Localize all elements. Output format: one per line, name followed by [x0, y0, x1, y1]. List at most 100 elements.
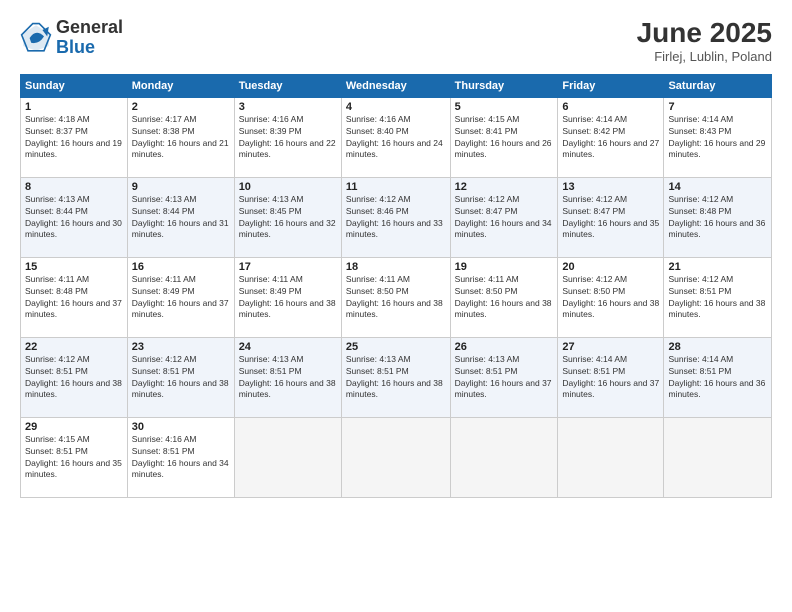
calendar-cell — [558, 417, 664, 497]
day-info: Sunrise: 4:15 AMSunset: 8:41 PMDaylight:… — [455, 114, 554, 162]
day-number: 27 — [562, 341, 659, 353]
day-number: 18 — [346, 261, 446, 273]
calendar-cell: 2Sunrise: 4:17 AMSunset: 8:38 PMDaylight… — [127, 97, 234, 177]
header: General Blue June 2025 Firlej, Lublin, P… — [20, 18, 772, 64]
col-friday: Friday — [558, 74, 664, 97]
day-number: 30 — [132, 421, 230, 433]
day-info: Sunrise: 4:11 AMSunset: 8:50 PMDaylight:… — [346, 274, 446, 322]
calendar-cell: 24Sunrise: 4:13 AMSunset: 8:51 PMDayligh… — [234, 337, 341, 417]
calendar-week-row: 8Sunrise: 4:13 AMSunset: 8:44 PMDaylight… — [21, 177, 772, 257]
day-info: Sunrise: 4:14 AMSunset: 8:51 PMDaylight:… — [668, 354, 767, 402]
logo-text: General Blue — [56, 18, 123, 58]
day-info: Sunrise: 4:12 AMSunset: 8:51 PMDaylight:… — [132, 354, 230, 402]
col-tuesday: Tuesday — [234, 74, 341, 97]
day-number: 28 — [668, 341, 767, 353]
calendar-week-row: 1Sunrise: 4:18 AMSunset: 8:37 PMDaylight… — [21, 97, 772, 177]
calendar-body: 1Sunrise: 4:18 AMSunset: 8:37 PMDaylight… — [21, 97, 772, 497]
calendar-cell: 27Sunrise: 4:14 AMSunset: 8:51 PMDayligh… — [558, 337, 664, 417]
day-number: 12 — [455, 181, 554, 193]
calendar-week-row: 15Sunrise: 4:11 AMSunset: 8:48 PMDayligh… — [21, 257, 772, 337]
calendar-cell: 30Sunrise: 4:16 AMSunset: 8:51 PMDayligh… — [127, 417, 234, 497]
day-info: Sunrise: 4:12 AMSunset: 8:50 PMDaylight:… — [562, 274, 659, 322]
calendar-cell: 22Sunrise: 4:12 AMSunset: 8:51 PMDayligh… — [21, 337, 128, 417]
day-info: Sunrise: 4:13 AMSunset: 8:51 PMDaylight:… — [346, 354, 446, 402]
day-info: Sunrise: 4:12 AMSunset: 8:51 PMDaylight:… — [25, 354, 123, 402]
col-thursday: Thursday — [450, 74, 558, 97]
day-info: Sunrise: 4:13 AMSunset: 8:44 PMDaylight:… — [25, 194, 123, 242]
day-number: 17 — [239, 261, 337, 273]
day-info: Sunrise: 4:11 AMSunset: 8:48 PMDaylight:… — [25, 274, 123, 322]
calendar-cell: 3Sunrise: 4:16 AMSunset: 8:39 PMDaylight… — [234, 97, 341, 177]
calendar-cell: 17Sunrise: 4:11 AMSunset: 8:49 PMDayligh… — [234, 257, 341, 337]
calendar-cell: 20Sunrise: 4:12 AMSunset: 8:50 PMDayligh… — [558, 257, 664, 337]
col-sunday: Sunday — [21, 74, 128, 97]
day-number: 29 — [25, 421, 123, 433]
calendar-cell: 1Sunrise: 4:18 AMSunset: 8:37 PMDaylight… — [21, 97, 128, 177]
calendar-cell: 18Sunrise: 4:11 AMSunset: 8:50 PMDayligh… — [341, 257, 450, 337]
day-number: 20 — [562, 261, 659, 273]
calendar-cell — [450, 417, 558, 497]
day-number: 14 — [668, 181, 767, 193]
calendar-cell: 15Sunrise: 4:11 AMSunset: 8:48 PMDayligh… — [21, 257, 128, 337]
title-block: June 2025 Firlej, Lublin, Poland — [637, 18, 772, 64]
calendar-cell: 29Sunrise: 4:15 AMSunset: 8:51 PMDayligh… — [21, 417, 128, 497]
day-number: 7 — [668, 101, 767, 113]
calendar-cell: 11Sunrise: 4:12 AMSunset: 8:46 PMDayligh… — [341, 177, 450, 257]
page-title: June 2025 — [637, 18, 772, 49]
day-info: Sunrise: 4:13 AMSunset: 8:45 PMDaylight:… — [239, 194, 337, 242]
col-saturday: Saturday — [664, 74, 772, 97]
col-monday: Monday — [127, 74, 234, 97]
day-info: Sunrise: 4:12 AMSunset: 8:51 PMDaylight:… — [668, 274, 767, 322]
day-number: 6 — [562, 101, 659, 113]
day-info: Sunrise: 4:14 AMSunset: 8:43 PMDaylight:… — [668, 114, 767, 162]
calendar-table: Sunday Monday Tuesday Wednesday Thursday… — [20, 74, 772, 498]
day-number: 1 — [25, 101, 123, 113]
day-number: 26 — [455, 341, 554, 353]
day-info: Sunrise: 4:14 AMSunset: 8:42 PMDaylight:… — [562, 114, 659, 162]
day-number: 22 — [25, 341, 123, 353]
day-info: Sunrise: 4:17 AMSunset: 8:38 PMDaylight:… — [132, 114, 230, 162]
day-number: 5 — [455, 101, 554, 113]
logo: General Blue — [20, 18, 123, 58]
day-number: 2 — [132, 101, 230, 113]
calendar-cell: 25Sunrise: 4:13 AMSunset: 8:51 PMDayligh… — [341, 337, 450, 417]
day-number: 4 — [346, 101, 446, 113]
logo-general: General — [56, 18, 123, 38]
day-number: 3 — [239, 101, 337, 113]
calendar-cell: 21Sunrise: 4:12 AMSunset: 8:51 PMDayligh… — [664, 257, 772, 337]
calendar-cell: 6Sunrise: 4:14 AMSunset: 8:42 PMDaylight… — [558, 97, 664, 177]
day-info: Sunrise: 4:12 AMSunset: 8:48 PMDaylight:… — [668, 194, 767, 242]
day-info: Sunrise: 4:18 AMSunset: 8:37 PMDaylight:… — [25, 114, 123, 162]
calendar-cell: 5Sunrise: 4:15 AMSunset: 8:41 PMDaylight… — [450, 97, 558, 177]
calendar-cell — [234, 417, 341, 497]
day-info: Sunrise: 4:15 AMSunset: 8:51 PMDaylight:… — [25, 434, 123, 482]
calendar-cell: 26Sunrise: 4:13 AMSunset: 8:51 PMDayligh… — [450, 337, 558, 417]
page-subtitle: Firlej, Lublin, Poland — [637, 49, 772, 64]
logo-blue: Blue — [56, 38, 123, 58]
day-info: Sunrise: 4:12 AMSunset: 8:46 PMDaylight:… — [346, 194, 446, 242]
col-wednesday: Wednesday — [341, 74, 450, 97]
calendar-cell: 10Sunrise: 4:13 AMSunset: 8:45 PMDayligh… — [234, 177, 341, 257]
day-number: 21 — [668, 261, 767, 273]
day-info: Sunrise: 4:14 AMSunset: 8:51 PMDaylight:… — [562, 354, 659, 402]
day-info: Sunrise: 4:11 AMSunset: 8:49 PMDaylight:… — [132, 274, 230, 322]
calendar-header: Sunday Monday Tuesday Wednesday Thursday… — [21, 74, 772, 97]
day-info: Sunrise: 4:16 AMSunset: 8:39 PMDaylight:… — [239, 114, 337, 162]
day-info: Sunrise: 4:13 AMSunset: 8:51 PMDaylight:… — [455, 354, 554, 402]
calendar-week-row: 22Sunrise: 4:12 AMSunset: 8:51 PMDayligh… — [21, 337, 772, 417]
header-row: Sunday Monday Tuesday Wednesday Thursday… — [21, 74, 772, 97]
calendar-cell: 12Sunrise: 4:12 AMSunset: 8:47 PMDayligh… — [450, 177, 558, 257]
day-number: 16 — [132, 261, 230, 273]
day-number: 24 — [239, 341, 337, 353]
day-info: Sunrise: 4:11 AMSunset: 8:49 PMDaylight:… — [239, 274, 337, 322]
calendar-cell: 9Sunrise: 4:13 AMSunset: 8:44 PMDaylight… — [127, 177, 234, 257]
day-info: Sunrise: 4:16 AMSunset: 8:51 PMDaylight:… — [132, 434, 230, 482]
day-info: Sunrise: 4:12 AMSunset: 8:47 PMDaylight:… — [455, 194, 554, 242]
day-info: Sunrise: 4:13 AMSunset: 8:44 PMDaylight:… — [132, 194, 230, 242]
calendar-cell: 14Sunrise: 4:12 AMSunset: 8:48 PMDayligh… — [664, 177, 772, 257]
logo-icon — [20, 22, 52, 54]
day-number: 9 — [132, 181, 230, 193]
day-number: 19 — [455, 261, 554, 273]
calendar-cell: 13Sunrise: 4:12 AMSunset: 8:47 PMDayligh… — [558, 177, 664, 257]
day-number: 15 — [25, 261, 123, 273]
